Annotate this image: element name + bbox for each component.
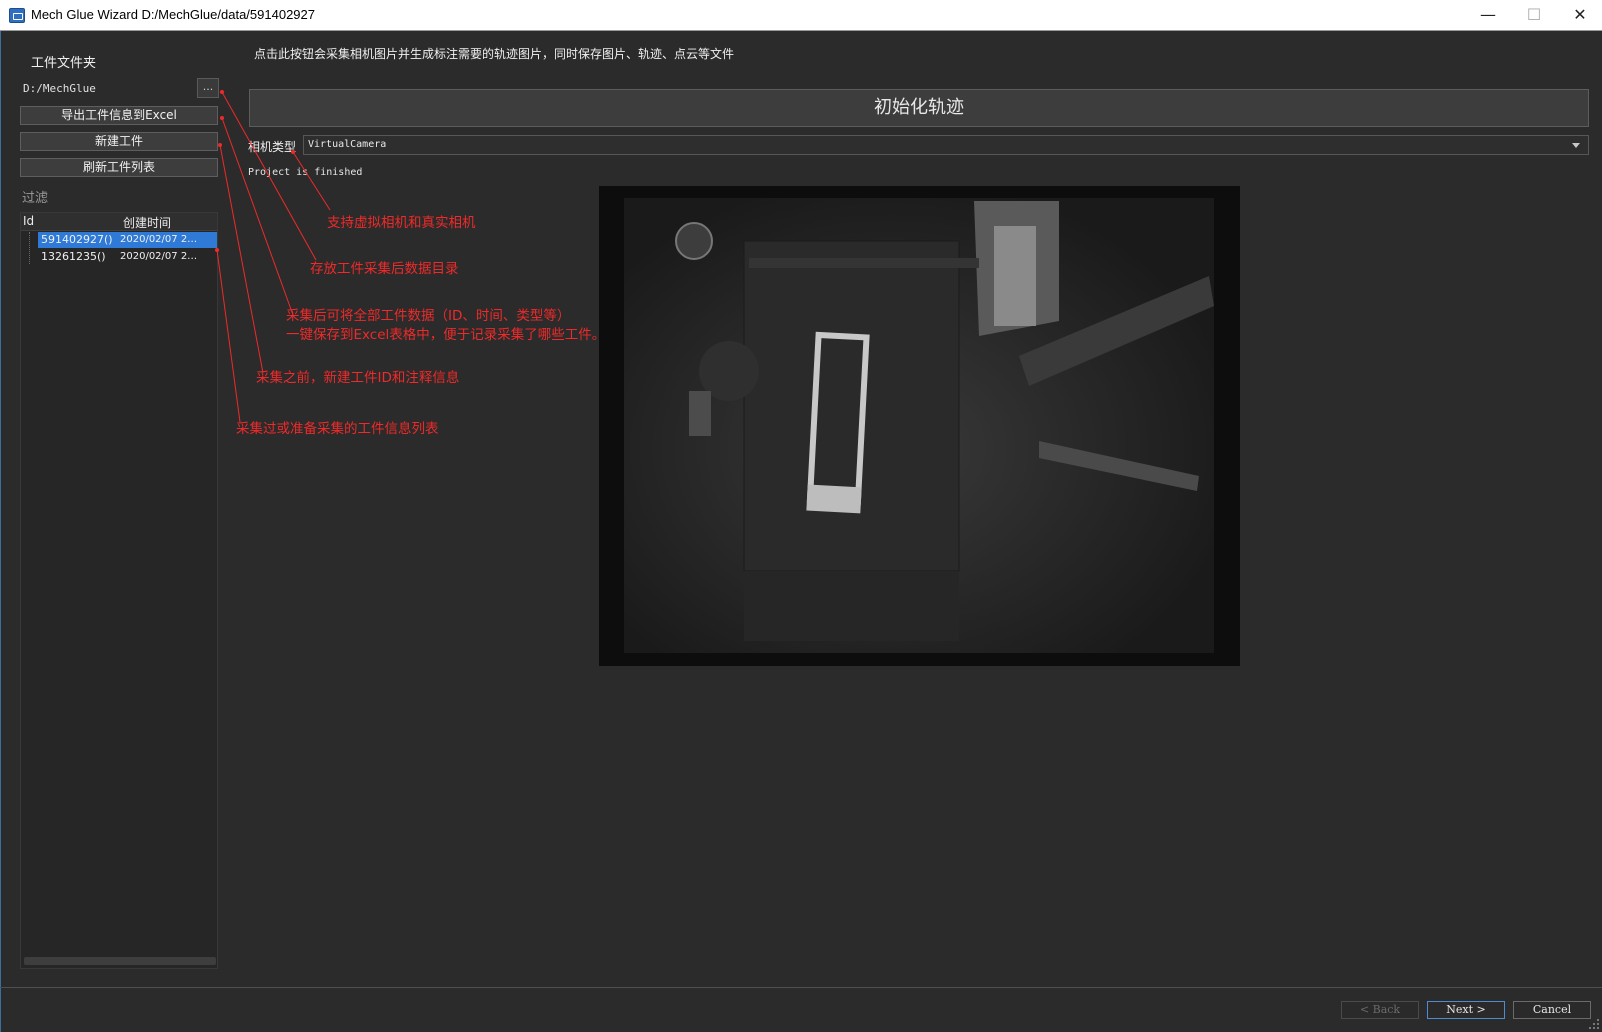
annotation-list: 采集过或准备采集的工件信息列表: [236, 421, 439, 437]
annotation-endpoint: [215, 248, 219, 252]
annotation-line-folder: [221, 91, 317, 261]
annotation-endpoint: [291, 150, 295, 154]
annotation-line-camera: [292, 151, 331, 211]
cancel-button[interactable]: Cancel: [1513, 1001, 1591, 1019]
annotation-endpoint: [218, 143, 222, 147]
annotation-endpoint: [220, 116, 224, 120]
annotation-lines: [215, 90, 331, 423]
annotation-camera: 支持虚拟相机和真实相机: [327, 215, 476, 231]
footer-divider: [0, 987, 1602, 988]
annotation-endpoint: [220, 90, 224, 94]
annotation-folder: 存放工件采集后数据目录: [310, 261, 459, 277]
annotation-line-new: [219, 144, 264, 374]
resize-grip-icon[interactable]: [1588, 1018, 1600, 1030]
annotation-export-2: 一键保存到Excel表格中，便于记录采集了哪些工件。: [286, 327, 606, 343]
back-button[interactable]: < Back: [1341, 1001, 1419, 1019]
annotation-export-1: 采集后可将全部工件数据（ID、时间、类型等）: [286, 308, 571, 324]
annotation-line-export: [221, 117, 294, 316]
next-button[interactable]: Next >: [1427, 1001, 1505, 1019]
annotation-new: 采集之前，新建工件ID和注释信息: [256, 370, 460, 386]
annotation-line-list: [216, 249, 241, 423]
